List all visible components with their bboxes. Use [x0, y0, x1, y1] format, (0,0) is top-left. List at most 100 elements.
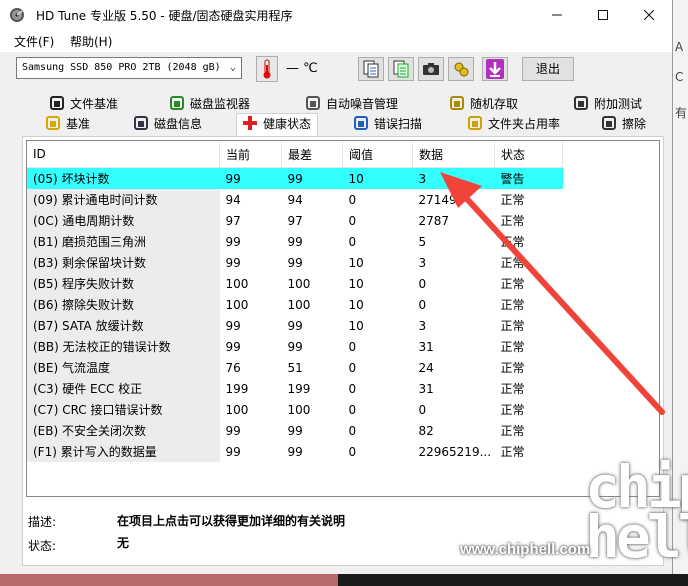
table-cell: 199: [225, 381, 249, 396]
drive-select[interactable]: Samsung SSD 850 PRO 2TB (2048 gB) ⌄: [16, 57, 242, 79]
table-cell: (F1) 累计写入的数据量: [27, 441, 220, 462]
tab-bottom-3[interactable]: 错误扫描: [348, 114, 428, 134]
title-bar[interactable]: HD Tune 专业版 5.50 - 硬盘/固态硬盘实用程序: [0, 0, 672, 30]
minimize-button[interactable]: [534, 0, 580, 30]
column-header[interactable]: 当前: [219, 141, 282, 168]
table-cell: 31: [418, 339, 434, 354]
tab-icon: [574, 96, 588, 110]
tab-bottom-2[interactable]: 健康状态: [236, 113, 319, 136]
table-cell: 10: [348, 318, 364, 333]
table-cell: (C7) CRC 接口错误计数: [27, 399, 220, 420]
tab-bottom-1[interactable]: 磁盘信息: [128, 114, 208, 134]
tab-label: 磁盘监视器: [190, 97, 251, 111]
table-row[interactable]: (C3) 硬件 ECC 校正 199 199 0 31 正常: [27, 378, 563, 399]
tab-label: 错误扫描: [374, 117, 423, 131]
screenshot-button[interactable]: [418, 57, 444, 81]
chiphell-logo-watermark: chip hell: [585, 453, 688, 571]
table-cell: 正常: [500, 445, 525, 459]
exit-button[interactable]: 退出: [522, 57, 574, 81]
close-button[interactable]: [626, 0, 672, 30]
tab-label: 健康状态: [263, 117, 312, 131]
status-label: 状态:: [28, 539, 57, 553]
tab-top-3[interactable]: 随机存取: [444, 94, 524, 114]
options-button[interactable]: [448, 57, 474, 81]
tab-top-1[interactable]: 磁盘监视器: [164, 94, 256, 114]
table-cell: 22965219...: [418, 444, 492, 459]
maximize-icon: [598, 10, 608, 20]
table-cell: 正常: [500, 298, 525, 312]
tab-bottom-0[interactable]: 基准: [40, 114, 96, 134]
table-row[interactable]: (B5) 程序失败计数 100 100 10 0 正常: [27, 273, 563, 294]
table-cell: 94: [225, 192, 241, 207]
tab-row-top: 文件基准 磁盘监视器 自动噪音管理 随机存取 附加测试: [24, 94, 664, 115]
thermometer-icon: [263, 59, 271, 79]
table-row[interactable]: (B3) 剩余保留块计数 99 99 10 3 正常: [27, 252, 563, 273]
smart-table: ID 当前 最差 阈值 数据 状态 (05) 坏块计数 99 99 10 3 警告 (09) 累计通电…: [26, 140, 660, 497]
table-row[interactable]: (09) 累计通电时间计数 94 94 0 27149 正常: [27, 189, 563, 210]
table-row[interactable]: (B1) 磨损范围三角洲 99 99 0 5 正常: [27, 231, 563, 252]
copy-icon: [363, 60, 379, 78]
table-cell: 正常: [500, 340, 525, 354]
tab-icon: [50, 96, 64, 110]
column-header[interactable]: 数据: [412, 141, 495, 168]
column-header[interactable]: 最差: [281, 141, 343, 168]
tab-icon: [170, 96, 184, 110]
table-cell: 0: [348, 381, 357, 396]
table-row[interactable]: (F1) 累计写入的数据量 99 99 0 22965219... 正常: [27, 441, 563, 462]
table-cell: 0: [418, 297, 427, 312]
table-cell: 99: [287, 444, 303, 459]
table-row[interactable]: (C7) CRC 接口错误计数 100 100 0 0 正常: [27, 399, 563, 420]
tab-top-4[interactable]: 附加测试: [568, 94, 648, 114]
menu-file[interactable]: 文件(F): [14, 33, 54, 50]
table-cell: 100: [287, 276, 311, 291]
tab-top-0[interactable]: 文件基准: [44, 94, 124, 114]
table-cell: 97: [225, 213, 241, 228]
table-row[interactable]: (B7) SATA 放缓计数 99 99 10 3 正常: [27, 315, 563, 336]
table-cell: 0: [348, 444, 357, 459]
description-label: 描述:: [28, 515, 57, 529]
table-row[interactable]: (05) 坏块计数 99 99 10 3 警告: [27, 167, 563, 189]
table-cell: 正常: [500, 424, 525, 438]
tab-label: 文件基准: [70, 97, 119, 111]
menu-bar: 文件(F) 帮助(H): [0, 30, 672, 52]
maximize-button[interactable]: [580, 0, 626, 30]
thermometer-button[interactable]: [256, 56, 278, 82]
table-cell: 99: [287, 234, 303, 249]
table-cell: (09) 累计通电时间计数: [27, 189, 220, 210]
column-header[interactable]: 阈值: [342, 141, 413, 168]
table-row[interactable]: (BB) 无法校正的错误计数 99 99 0 31 正常: [27, 336, 563, 357]
toolbar: Samsung SSD 850 PRO 2TB (2048 gB) ⌄ — ℃ …: [0, 52, 672, 88]
table-row[interactable]: (0C) 通电周期计数 97 97 0 2787 正常: [27, 210, 563, 231]
save-report-button[interactable]: [388, 57, 414, 81]
copy-button[interactable]: [358, 57, 384, 81]
download-button[interactable]: [482, 57, 508, 81]
table-cell: 正常: [500, 193, 525, 207]
tab-bottom-5[interactable]: 擦除: [596, 114, 652, 134]
table-cell: 正常: [500, 256, 525, 270]
tab-icon: [450, 96, 464, 110]
table-cell: 94: [287, 192, 303, 207]
column-header[interactable]: 状态: [494, 141, 563, 168]
table-row[interactable]: (B6) 擦除失败计数 100 100 10 0 正常: [27, 294, 563, 315]
table-cell: 27149: [418, 192, 457, 207]
table-row[interactable]: (BE) 气流温度 76 51 0 24 正常: [27, 357, 563, 378]
table-cell: 99: [287, 255, 303, 270]
table-cell: (B7) SATA 放缓计数: [27, 315, 220, 336]
drive-select-value: Samsung SSD 850 PRO 2TB (2048 gB): [22, 62, 221, 73]
table-cell: 3: [412, 167, 495, 189]
tab-top-2[interactable]: 自动噪音管理: [300, 94, 404, 114]
menu-help[interactable]: 帮助(H): [70, 33, 112, 50]
tab-row-bottom: 基准 磁盘信息 健康状态 错误扫描 文件夹占用率 擦除: [24, 113, 664, 136]
hdtune-window: HD Tune 专业版 5.50 - 硬盘/固态硬盘实用程序 文件(F) 帮助(…: [0, 0, 673, 574]
tab-label: 附加测试: [594, 97, 643, 111]
table-cell: 99: [225, 234, 241, 249]
close-icon: [644, 10, 654, 20]
tab-bottom-4[interactable]: 文件夹占用率: [462, 114, 566, 134]
tab-icon: [602, 116, 616, 130]
table-cell: 0: [348, 360, 357, 375]
table-cell: 100: [287, 297, 311, 312]
table-row[interactable]: (EB) 不安全关闭次数 99 99 0 82 正常: [27, 420, 563, 441]
tab-label: 擦除: [622, 117, 647, 131]
column-header[interactable]: ID: [27, 141, 220, 168]
table-cell: 3: [418, 318, 427, 333]
